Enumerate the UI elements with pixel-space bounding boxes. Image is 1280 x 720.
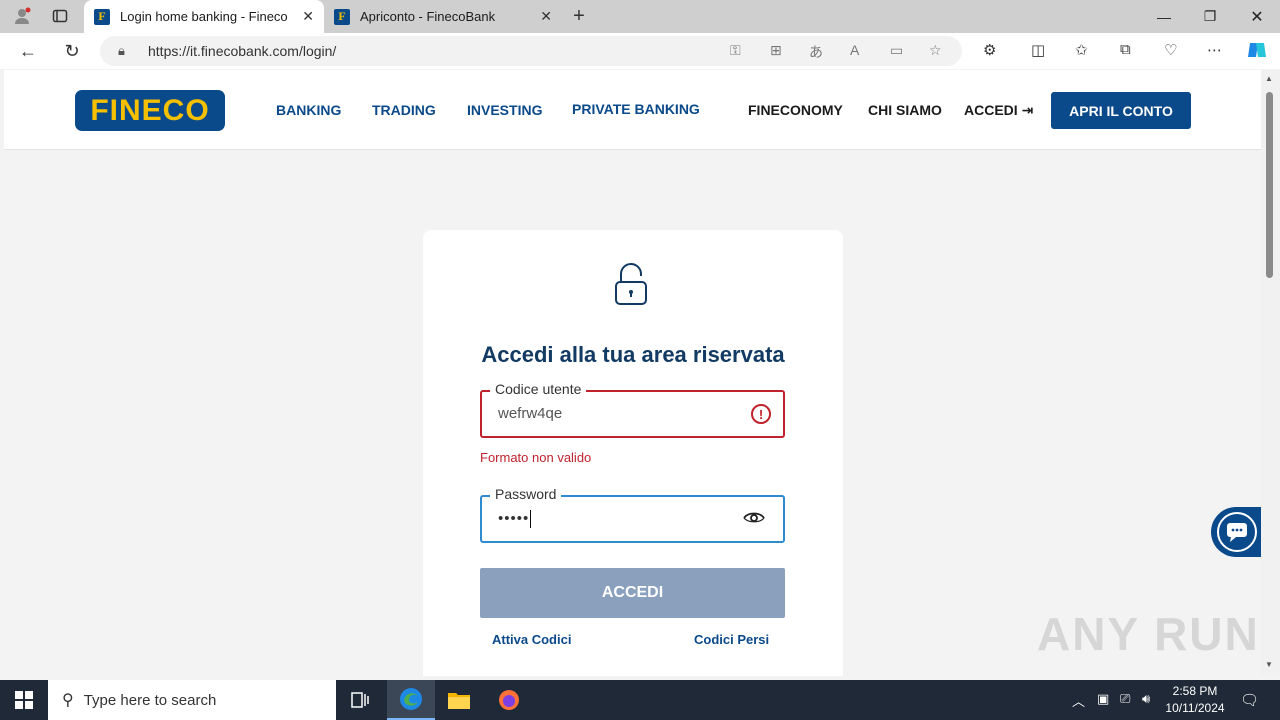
reader-icon[interactable]: ▭ xyxy=(890,42,903,59)
tab-label: Apriconto - FinecoBank xyxy=(360,9,496,24)
password-label: Password xyxy=(490,486,562,502)
password-value: ••••• xyxy=(498,510,532,529)
tray-chevron-icon[interactable]: ︿ xyxy=(1072,691,1085,710)
more-menu-icon[interactable]: ⋯ xyxy=(1207,41,1222,59)
login-title: Accedi alla tua area riservata xyxy=(481,342,785,367)
collections-icon[interactable]: ⧉ xyxy=(1120,41,1131,58)
user-code-field[interactable]: Codice utente wefrw4qe ! xyxy=(480,381,785,438)
minimize-icon[interactable]: — xyxy=(1141,0,1187,33)
notifications-icon[interactable]: 🗨︎ xyxy=(1240,691,1259,709)
back-icon[interactable]: ← xyxy=(14,38,42,64)
password-dots: ••••• xyxy=(498,510,530,527)
lock-icon: 🔒︎ xyxy=(118,43,125,58)
translate-icon[interactable]: あ xyxy=(809,42,823,62)
tab-actions-icon[interactable] xyxy=(48,5,72,27)
key-icon[interactable]: ⚿ xyxy=(730,42,741,59)
nav-trading[interactable]: TRADING xyxy=(372,102,436,118)
favorite-star-icon[interactable]: ☆ xyxy=(929,42,942,59)
scroll-thumb[interactable] xyxy=(1266,92,1273,278)
text-caret xyxy=(530,510,532,529)
scroll-down-icon[interactable]: ▼ xyxy=(1265,660,1273,669)
task-view-icon[interactable] xyxy=(336,680,384,720)
browser-tab-strip: F Login home banking - Fineco ✕ F Aprico… xyxy=(0,0,1280,33)
apri-conto-label: APRI IL CONTO xyxy=(1069,102,1173,119)
show-password-eye-icon[interactable] xyxy=(743,511,765,530)
refresh-icon[interactable]: ↻ xyxy=(58,38,86,64)
user-code-value: wefrw4qe xyxy=(498,405,563,422)
tab-login-home-banking[interactable]: F Login home banking - Fineco ✕ xyxy=(84,0,324,33)
chat-bubble-icon xyxy=(1217,512,1257,552)
nav-private-banking[interactable]: PRIVATE BANKING xyxy=(572,101,700,117)
error-icon: ! xyxy=(751,404,771,424)
network-icon[interactable]: ⎚ xyxy=(1120,691,1130,707)
site-header: FINECO BANKING TRADING INVESTING PRIVATE… xyxy=(4,70,1261,150)
apri-conto-button[interactable]: APRI IL CONTO xyxy=(1051,92,1191,129)
url-text: https://it.finecobank.com/login/ xyxy=(148,43,337,59)
nav-accedi[interactable]: ACCEDI ⇥ xyxy=(964,102,1033,119)
file-explorer-icon[interactable] xyxy=(435,680,483,720)
restore-icon[interactable]: ❐ xyxy=(1187,0,1233,33)
firefox-icon[interactable] xyxy=(485,680,533,720)
page-scrollbar[interactable]: ▲ ▼ xyxy=(1261,70,1280,676)
accedi-submit-button[interactable]: ACCEDI xyxy=(480,568,785,618)
taskbar-search-box[interactable]: ⚲ Type here to search xyxy=(48,680,336,720)
nav-accedi-label: ACCEDI xyxy=(964,102,1018,118)
nav-chi-siamo[interactable]: CHI SIAMO xyxy=(868,102,942,118)
performance-icon[interactable]: ♡ xyxy=(1164,41,1177,59)
address-bar[interactable]: 🔒︎ https://it.finecobank.com/login/ ⚿ ⊞ … xyxy=(100,36,962,66)
scroll-up-icon[interactable]: ▲ xyxy=(1265,74,1273,83)
browser-toolbar: ← ↻ 🔒︎ https://it.finecobank.com/login/ … xyxy=(0,33,1280,69)
favorites-icon[interactable]: ✩ xyxy=(1075,41,1088,59)
close-tab-icon[interactable]: ✕ xyxy=(302,8,314,25)
taskbar-clock[interactable]: 2:58 PM 10/11/2024 xyxy=(1160,683,1230,717)
search-icon: ⚲ xyxy=(62,692,74,709)
login-arrow-icon: ⇥ xyxy=(1021,102,1034,118)
attiva-codici-link[interactable]: Attiva Codici xyxy=(492,632,571,647)
windows-start-icon[interactable] xyxy=(0,680,48,720)
volume-icon[interactable]: 🔊︎ xyxy=(1142,691,1150,707)
tab-label: Login home banking - Fineco xyxy=(120,9,288,24)
clock-time: 2:58 PM xyxy=(1172,684,1218,698)
close-window-icon[interactable]: ✕ xyxy=(1234,0,1280,33)
page-content: FINECO BANKING TRADING INVESTING PRIVATE… xyxy=(4,70,1261,676)
device-icon[interactable]: ▣ xyxy=(1097,691,1109,707)
login-card: Accedi alla tua area riservata Codice ut… xyxy=(423,230,843,676)
user-code-error: Formato non valido xyxy=(480,450,592,465)
copilot-icon[interactable] xyxy=(1246,39,1268,65)
tab-apriconto[interactable]: F Apriconto - FinecoBank ✕ xyxy=(324,0,562,33)
logo-text: FINECO xyxy=(90,93,210,127)
password-field[interactable]: Password ••••• xyxy=(480,486,785,543)
split-screen-icon[interactable]: ◫ xyxy=(1031,41,1045,59)
fineco-favicon-icon: F xyxy=(334,8,350,25)
codici-persi-link[interactable]: Codici Persi xyxy=(694,632,769,647)
extensions-icon[interactable]: ⚙ xyxy=(983,41,996,59)
clock-date: 10/11/2024 xyxy=(1165,701,1225,715)
nav-fineconomy[interactable]: FINECONOMY xyxy=(748,102,843,118)
new-tab-icon[interactable]: + xyxy=(567,5,591,27)
chat-button[interactable] xyxy=(1211,507,1261,557)
accedi-submit-label: ACCEDI xyxy=(601,584,664,601)
nav-banking[interactable]: BANKING xyxy=(276,102,341,118)
user-code-label: Codice utente xyxy=(490,381,587,397)
anyrun-watermark: ANY RUN xyxy=(1037,608,1260,660)
edge-taskbar-icon[interactable] xyxy=(387,680,435,720)
fineco-favicon-icon: F xyxy=(94,8,110,25)
profile-icon[interactable] xyxy=(10,5,34,27)
read-aloud-icon[interactable]: A xyxy=(850,42,859,58)
fineco-logo[interactable]: FINECO xyxy=(75,90,225,131)
taskbar-search-placeholder: Type here to search xyxy=(83,691,217,709)
padlock-icon xyxy=(613,262,649,311)
close-tab-icon[interactable]: ✕ xyxy=(540,8,552,25)
apps-icon[interactable]: ⊞ xyxy=(770,42,782,59)
windows-taskbar: ⚲ Type here to search ︿ ▣ ⎚ 🔊︎ 2:58 PM 1… xyxy=(0,680,1280,720)
nav-investing[interactable]: INVESTING xyxy=(467,102,542,118)
